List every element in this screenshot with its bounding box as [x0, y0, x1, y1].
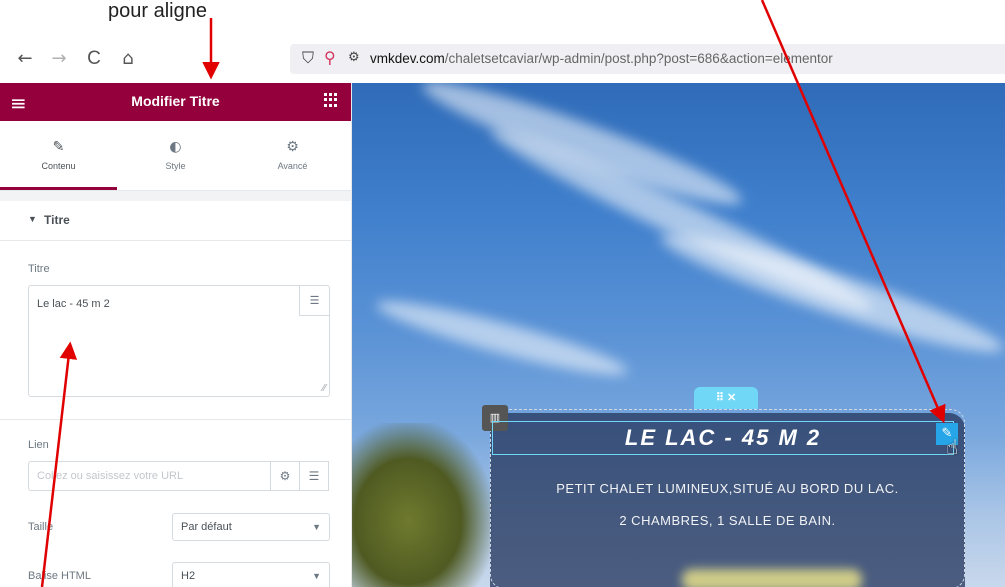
reload-icon[interactable]: C	[83, 48, 105, 70]
shield-icon: ⛉	[302, 48, 315, 67]
panel-title: Modifier Titre	[131, 93, 220, 109]
lien-label: Lien	[28, 439, 49, 451]
cloud-shape	[372, 289, 632, 387]
button-glow	[682, 569, 862, 587]
forward-icon[interactable]: →	[48, 48, 70, 70]
permissions-icon[interactable]: ⚲	[324, 48, 336, 67]
taille-select[interactable]: Par défaut ▼	[172, 513, 330, 541]
annotation-strip: pour aligne	[0, 0, 1005, 40]
description-line-2: 2 CHAMBRES, 1 SALLE DE BAIN.	[619, 513, 836, 528]
page-canvas: ⠿ ✕ ▥ LE LAC - 45 M 2 ✎ ☝ PETIT CHALET L…	[352, 83, 1005, 587]
titre-value: Le lac - 45 m 2	[37, 298, 110, 310]
tab-contenu[interactable]: ✎ Contenu	[0, 121, 117, 190]
resize-handle-icon[interactable]: ⁄⁄	[323, 383, 326, 394]
titre-label: Titre	[28, 263, 50, 275]
titre-textarea[interactable]: Le lac - 45 m 2 ☰ ⁄⁄	[28, 285, 330, 397]
description-line-1: PETIT CHALET LUMINEUX,SITUÉ AU BORD DU L…	[556, 481, 899, 496]
chevron-down-icon: ▼	[312, 522, 321, 532]
tab-label: Avancé	[277, 161, 308, 171]
section-drag-handle[interactable]: ⠿ ✕	[694, 387, 758, 409]
taille-label: Taille	[28, 521, 54, 533]
dynamic-tags-icon[interactable]: ☰	[299, 286, 329, 316]
back-icon[interactable]: ←	[14, 48, 36, 70]
hand-cursor-icon: ☝	[946, 435, 959, 459]
balise-html-select[interactable]: H2 ▼	[172, 562, 330, 587]
link-options-gear-icon[interactable]: ⚙	[270, 461, 300, 491]
tab-label: Contenu	[41, 161, 76, 171]
home-icon[interactable]: ⌂	[117, 48, 139, 70]
field-divider	[0, 419, 351, 420]
widgets-grid-icon[interactable]	[324, 93, 338, 107]
panel-tabs: ✎ Contenu ◐ Style ⚙ Avancé	[0, 121, 351, 191]
url-text[interactable]: vmkdev.com/chaletsetcaviar/wp-admin/post…	[370, 51, 833, 66]
section-toggle-titre[interactable]: ▼ Titre	[0, 201, 351, 241]
heading-widget-title[interactable]: LE LAC - 45 M 2	[492, 421, 954, 455]
contrast-icon: ◐	[169, 139, 182, 155]
panel-separator	[0, 191, 351, 201]
lien-url-input[interactable]: Collez ou saisissez votre URL	[28, 461, 272, 491]
tab-avance[interactable]: ⚙ Avancé	[234, 121, 351, 190]
cloud-shape	[654, 218, 1005, 368]
tab-label: Style	[165, 161, 186, 171]
gear-icon: ⚙	[286, 139, 299, 155]
tree-foliage	[352, 423, 492, 587]
annotation-text: pour aligne	[108, 0, 207, 22]
cloud-shape	[415, 83, 749, 220]
lien-dynamic-tags-icon[interactable]: ☰	[299, 461, 329, 491]
panel-header: ≡ Modifier Titre	[0, 83, 351, 121]
browser-toolbar: ← → C ⌂ ⛉ ⚲ ⚙ vmkdev.com/chaletsetcaviar…	[0, 40, 1005, 78]
address-bar[interactable]: ⛉ ⚲ ⚙ vmkdev.com/chaletsetcaviar/wp-admi…	[290, 44, 1005, 74]
section-title: Titre	[44, 213, 70, 227]
caret-down-icon: ▼	[28, 214, 37, 224]
balise-html-label: Balise HTML	[28, 570, 91, 582]
elementor-panel: ≡ Modifier Titre ✎ Contenu ◐ Style ⚙ Ava…	[0, 83, 352, 587]
chevron-down-icon: ▼	[312, 571, 321, 581]
pencil-icon: ✎	[52, 139, 65, 155]
site-settings-icon[interactable]: ⚙	[348, 50, 360, 65]
tab-style[interactable]: ◐ Style	[117, 121, 234, 190]
